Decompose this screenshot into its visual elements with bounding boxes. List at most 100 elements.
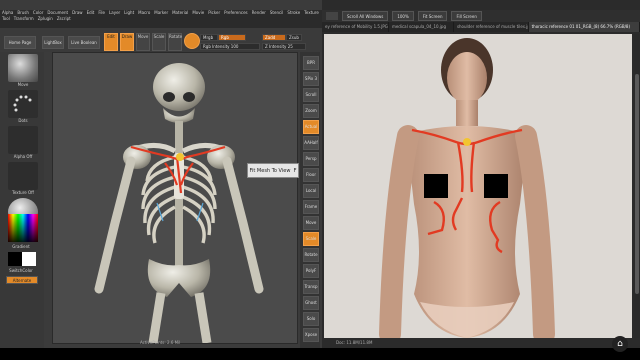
zbrush-window: Alpha Brush Color Document Draw Edit File Layer… <box>0 0 322 348</box>
right-shelf-floor-button[interactable]: Floor <box>303 168 319 182</box>
zbrush-viewport[interactable] <box>52 52 298 344</box>
zbrush-left-shelf: Move Dots Alpha Off Texture Off Basic <box>0 52 44 348</box>
menu-item-edit[interactable]: Edit <box>85 10 97 16</box>
censor-block-right <box>484 174 508 198</box>
right-shelf-spix-3-button[interactable]: SPix 3 <box>303 72 319 86</box>
photoshop-options-bar: Scroll All Windows 100% Fit Screen Fill … <box>322 10 640 22</box>
skull <box>153 63 205 111</box>
scale-label: Scale <box>153 34 165 39</box>
material-sphere-icon[interactable] <box>184 33 200 49</box>
letterbox-bar <box>0 348 640 360</box>
right-shelf-aahalf-button[interactable]: AAHalf <box>303 136 319 150</box>
right-shelf-scale-button[interactable]: Scale <box>303 232 319 246</box>
photoshop-doc-status: Doc: 11.8M/11.8M <box>336 340 373 345</box>
tooltip-shortcut: F <box>293 167 297 174</box>
fill-screen-button[interactable]: Fill Screen <box>451 11 482 21</box>
menu-item-light[interactable]: Light <box>122 10 136 16</box>
menu-item-picker[interactable]: Picker <box>206 10 222 16</box>
rgb-intensity-slider[interactable]: Rgb Intensity 100 <box>200 43 260 50</box>
right-shelf-polyf-button[interactable]: PolyF <box>303 264 319 278</box>
right-shelf-rotate-button[interactable]: Rotate <box>303 248 319 262</box>
zbrush-toolbar: Home Page LightBox Live Boolean Edit Dra… <box>0 30 322 52</box>
mrgb-toggle[interactable]: Mrgb <box>200 34 218 41</box>
edit-mode-button[interactable]: Edit <box>104 33 118 51</box>
move-label: Move <box>137 34 149 39</box>
zadd-toggle[interactable]: Zadd <box>262 34 286 41</box>
menu-item-layer[interactable]: Layer <box>107 10 122 16</box>
rotate-label: Rotate <box>169 34 183 39</box>
right-shelf-actual-button[interactable]: Actual <box>303 120 319 134</box>
zbrush-right-shelf: BPR SPix 3 Scroll Zoom Actual AAHalf Persp Floo… <box>300 52 320 348</box>
scroll-all-windows-checkbox[interactable]: Scroll All Windows <box>342 11 389 21</box>
alternate-button[interactable]: Alternate <box>6 276 38 284</box>
rgb-toggle[interactable]: Rgb <box>218 34 246 41</box>
active-points-status: ActivePoints: 2.6 Mil <box>140 340 181 345</box>
menu-item-file[interactable]: File <box>96 10 107 16</box>
primary-color-swatch[interactable] <box>8 252 22 266</box>
brush-thumbnail[interactable] <box>8 54 38 82</box>
photoshop-document-tabs: ey reference of Mobility 1.5.JPG medical… <box>322 22 640 32</box>
tab-document-active[interactable]: thoracic reference 01 01_RGB_(8) 66.7% (… <box>528 22 640 32</box>
desktop: Alpha Brush Color Document Draw Edit File Layer… <box>0 0 640 348</box>
right-shelf-ghost-button[interactable]: Ghost <box>303 296 319 310</box>
right-shelf-zoom-button[interactable]: Zoom <box>303 104 319 118</box>
menu-item-render[interactable]: Render <box>250 10 268 16</box>
stroke-thumbnail[interactable] <box>8 90 38 118</box>
secondary-color-swatch[interactable] <box>22 252 36 266</box>
left-arm <box>94 156 136 294</box>
menu-item-stencil[interactable]: Stencil <box>268 10 286 16</box>
menu-item-stroke[interactable]: Stroke <box>285 10 302 16</box>
scale-mode-button[interactable]: Scale <box>152 33 166 51</box>
zbrush-menubar: Alpha Brush Color Document Draw Edit File Layer… <box>0 10 322 22</box>
menu-item-material[interactable]: Material <box>170 10 190 16</box>
photoshop-vertical-scrollbar[interactable] <box>634 34 640 338</box>
right-shelf-xpose-button[interactable]: Xpose <box>303 328 319 342</box>
edit-label: Edit <box>107 34 115 39</box>
right-shelf-frame-button[interactable]: Frame <box>303 200 319 214</box>
right-shelf-persp-button[interactable]: Persp <box>303 152 319 166</box>
rotate-mode-button[interactable]: Rotate <box>168 33 182 51</box>
menu-item-marker[interactable]: Marker <box>152 10 170 16</box>
lightbox-button[interactable]: LightBox <box>42 36 64 49</box>
right-arm <box>222 156 264 294</box>
photoshop-canvas[interactable] <box>324 34 632 338</box>
hand-tool-icon[interactable] <box>326 12 338 20</box>
right-shelf-bpr-button[interactable]: BPR <box>303 56 319 70</box>
home-page-button[interactable]: Home Page <box>4 36 36 49</box>
alpha-label: Alpha Off <box>13 154 33 159</box>
right-shelf-solo-button[interactable]: Solo <box>303 312 319 326</box>
zsub-toggle[interactable]: Zsub <box>286 34 302 41</box>
menu-item-preferences[interactable]: Preferences <box>222 10 250 16</box>
menu-item-macro[interactable]: Macro <box>136 10 152 16</box>
alpha-thumbnail[interactable] <box>8 126 38 154</box>
color-picker[interactable] <box>8 214 38 242</box>
menu-item-movie[interactable]: Movie <box>190 10 206 16</box>
texture-thumbnail[interactable] <box>8 162 38 190</box>
right-shelf-transp-button[interactable]: Transp <box>303 280 319 294</box>
stroke-label: Dots <box>18 118 28 123</box>
course-logo-icon: ⌂ <box>612 336 628 352</box>
live-boolean-button[interactable]: Live Boolean <box>68 36 100 49</box>
spine <box>175 121 183 281</box>
zbrush-title-strip <box>0 22 322 28</box>
draw-mode-button[interactable]: Draw <box>120 33 134 51</box>
z-intensity-slider[interactable]: Z Intensity 25 <box>262 43 306 50</box>
photoshop-window: Scroll All Windows 100% Fit Screen Fill … <box>322 0 640 348</box>
tab-document-1[interactable]: ey reference of Mobility 1.5.JPG <box>322 22 389 32</box>
skeleton-model <box>94 63 264 344</box>
tab-document-2[interactable]: medical scapula_04_10.jpg <box>389 22 454 32</box>
fit-screen-button[interactable]: Fit Screen <box>417 11 448 21</box>
scrollbar-thumb[interactable] <box>635 74 639 294</box>
zoom-100-button[interactable]: 100% <box>392 11 414 21</box>
tooltip-text: Fit Mesh To View <box>249 167 291 174</box>
right-shelf-move-button[interactable]: Move <box>303 216 319 230</box>
menu-item-texture[interactable]: Texture <box>302 10 321 16</box>
right-shelf-local-button[interactable]: Local <box>303 184 319 198</box>
move-mode-button[interactable]: Move <box>136 33 150 51</box>
switch-color-label[interactable]: SwitchColor <box>4 268 38 273</box>
right-shelf-scroll-button[interactable]: Scroll <box>303 88 319 102</box>
tab-document-3[interactable]: shoulder reference of muscle tiles.jpg <box>454 22 529 32</box>
brush-label: Move <box>17 82 29 87</box>
draw-label: Draw <box>121 34 133 39</box>
dots-stroke-icon <box>13 95 32 112</box>
